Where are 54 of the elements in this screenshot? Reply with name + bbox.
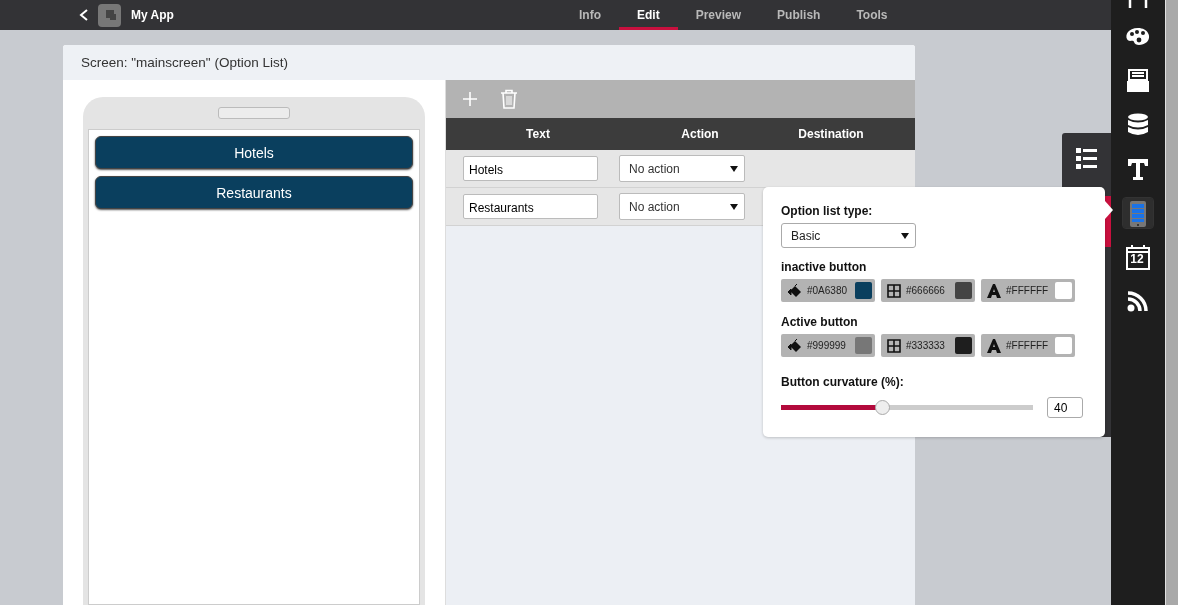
dropdown-arrow-icon bbox=[901, 232, 909, 239]
field-label: Button curvature (%): bbox=[781, 375, 905, 389]
color-picker[interactable]: #0A6380 bbox=[781, 279, 875, 302]
border-icon bbox=[887, 338, 901, 353]
field-label: inactive button bbox=[781, 260, 868, 274]
tray-icon bbox=[1124, 67, 1152, 95]
action-dropdown[interactable]: No action bbox=[619, 193, 745, 220]
list-type-dropdown[interactable]: Basic bbox=[781, 223, 916, 248]
text-field[interactable]: Hotels bbox=[463, 156, 598, 181]
back-icon[interactable] bbox=[78, 7, 90, 23]
color-picker[interactable]: #666666 bbox=[881, 279, 975, 302]
color-picker[interactable]: #FFFFFF bbox=[981, 334, 1075, 357]
option-button[interactable]: Hotels bbox=[95, 136, 413, 169]
color-picker[interactable]: #999999 bbox=[781, 334, 875, 357]
color-code: #999999 bbox=[807, 340, 847, 351]
column-header: Destination bbox=[797, 127, 865, 141]
action-dropdown[interactable]: No action bbox=[619, 155, 745, 182]
speaker-slot bbox=[218, 107, 290, 119]
color-code: #FFFFFF bbox=[1006, 340, 1050, 351]
field-label: Active button bbox=[781, 315, 859, 329]
curvature-field[interactable]: 40 bbox=[1047, 397, 1083, 418]
color-code: #FFFFFF bbox=[1006, 285, 1050, 296]
screen-title: Screen: "mainscreen" (Option List) bbox=[63, 45, 915, 80]
paint-bucket-icon bbox=[787, 283, 802, 298]
calendar-day: 12 bbox=[1123, 252, 1151, 266]
paint-bucket-icon bbox=[787, 338, 802, 353]
color-code: #0A6380 bbox=[807, 285, 849, 296]
slider-thumb[interactable] bbox=[874, 400, 890, 415]
column-header: Text bbox=[525, 127, 551, 141]
font-color-icon bbox=[987, 283, 1001, 298]
nav-tab[interactable]: Publish bbox=[759, 0, 839, 30]
nav-tab[interactable]: Preview bbox=[677, 0, 760, 30]
color-code: #666666 bbox=[906, 285, 946, 296]
column-header: Action bbox=[680, 127, 720, 141]
list-icon[interactable] bbox=[1076, 148, 1097, 169]
dropdown-arrow-icon bbox=[730, 165, 738, 172]
color-picker[interactable]: #333333 bbox=[881, 334, 975, 357]
calendar-icon bbox=[1124, 243, 1152, 271]
scrollbar[interactable] bbox=[1165, 0, 1178, 605]
nav-tab[interactable]: Info bbox=[561, 0, 619, 30]
nav-tab[interactable]: Edit bbox=[619, 0, 678, 30]
option-button[interactable]: Restaurants bbox=[95, 176, 413, 209]
text-field[interactable]: Restaurants bbox=[463, 194, 598, 219]
color-picker[interactable]: #FFFFFF bbox=[981, 279, 1075, 302]
sidebar-item[interactable]: 12 bbox=[1123, 242, 1153, 272]
app-icon bbox=[98, 3, 121, 27]
field-label: Option list type: bbox=[781, 204, 874, 218]
panel-tab[interactable] bbox=[1105, 196, 1111, 247]
border-icon bbox=[887, 283, 901, 298]
dropdown-arrow-icon bbox=[730, 203, 738, 210]
font-color-icon bbox=[987, 338, 1001, 353]
nav-tab[interactable]: Tools bbox=[838, 0, 906, 30]
app-title: My App bbox=[131, 8, 174, 22]
color-code: #333333 bbox=[906, 340, 946, 351]
